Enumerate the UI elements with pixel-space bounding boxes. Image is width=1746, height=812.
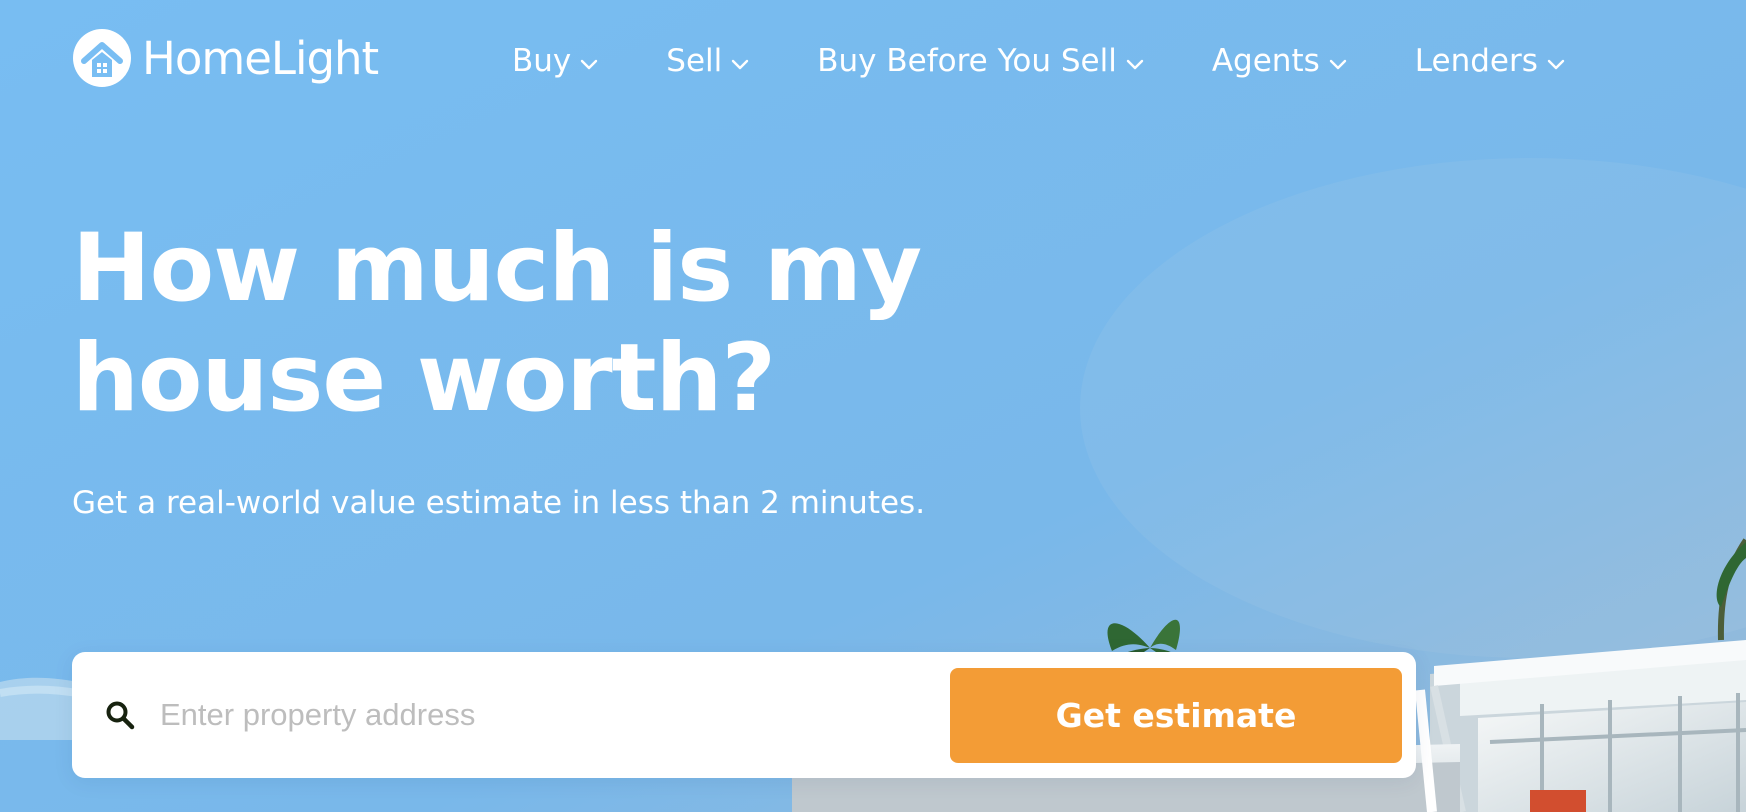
hero-subtitle: Get a real-world value estimate in less … bbox=[72, 485, 926, 521]
nav-item-lenders[interactable]: Lenders bbox=[1415, 38, 1565, 84]
search-icon bbox=[106, 701, 135, 730]
nav-item-buy-label: Buy bbox=[512, 43, 572, 79]
chevron-down-icon bbox=[581, 59, 598, 69]
nav-item-agents[interactable]: Agents bbox=[1212, 38, 1347, 84]
get-estimate-button[interactable]: Get estimate bbox=[950, 668, 1402, 763]
home-value-search-form: Get estimate bbox=[72, 652, 1416, 778]
nav-item-lenders-label: Lenders bbox=[1414, 43, 1538, 79]
hero-title-line-1: How much is my bbox=[72, 214, 922, 323]
nav-item-agents-label: Agents bbox=[1211, 43, 1320, 79]
nav-item-buy-before-you-sell[interactable]: Buy Before You Sell bbox=[817, 38, 1144, 84]
site-header: HomeLight Buy Sell Buy Before You Sell A… bbox=[0, 0, 1746, 120]
homelight-logo-link[interactable]: HomeLight bbox=[72, 26, 379, 90]
hero-title-line-2: house worth? bbox=[72, 324, 776, 433]
property-address-input[interactable] bbox=[160, 676, 918, 754]
nav-item-buy-before-you-sell-label: Buy Before You Sell bbox=[817, 43, 1117, 79]
chevron-down-icon bbox=[1126, 59, 1144, 69]
main-navigation: Buy Sell Buy Before You Sell Agents Lend… bbox=[512, 38, 1565, 84]
brand-name: HomeLight bbox=[142, 31, 379, 85]
homelight-home-value-page: HomeLight Buy Sell Buy Before You Sell A… bbox=[0, 0, 1746, 812]
chevron-down-icon bbox=[1547, 59, 1565, 69]
chevron-down-icon bbox=[732, 59, 749, 69]
chevron-down-icon bbox=[1329, 59, 1346, 69]
nav-item-sell-label: Sell bbox=[666, 43, 723, 79]
house-in-circle-icon bbox=[73, 29, 131, 87]
hero-title: How much is my house worth? bbox=[72, 214, 972, 434]
nav-item-buy[interactable]: Buy bbox=[512, 38, 598, 84]
nav-item-sell[interactable]: Sell bbox=[666, 38, 749, 84]
